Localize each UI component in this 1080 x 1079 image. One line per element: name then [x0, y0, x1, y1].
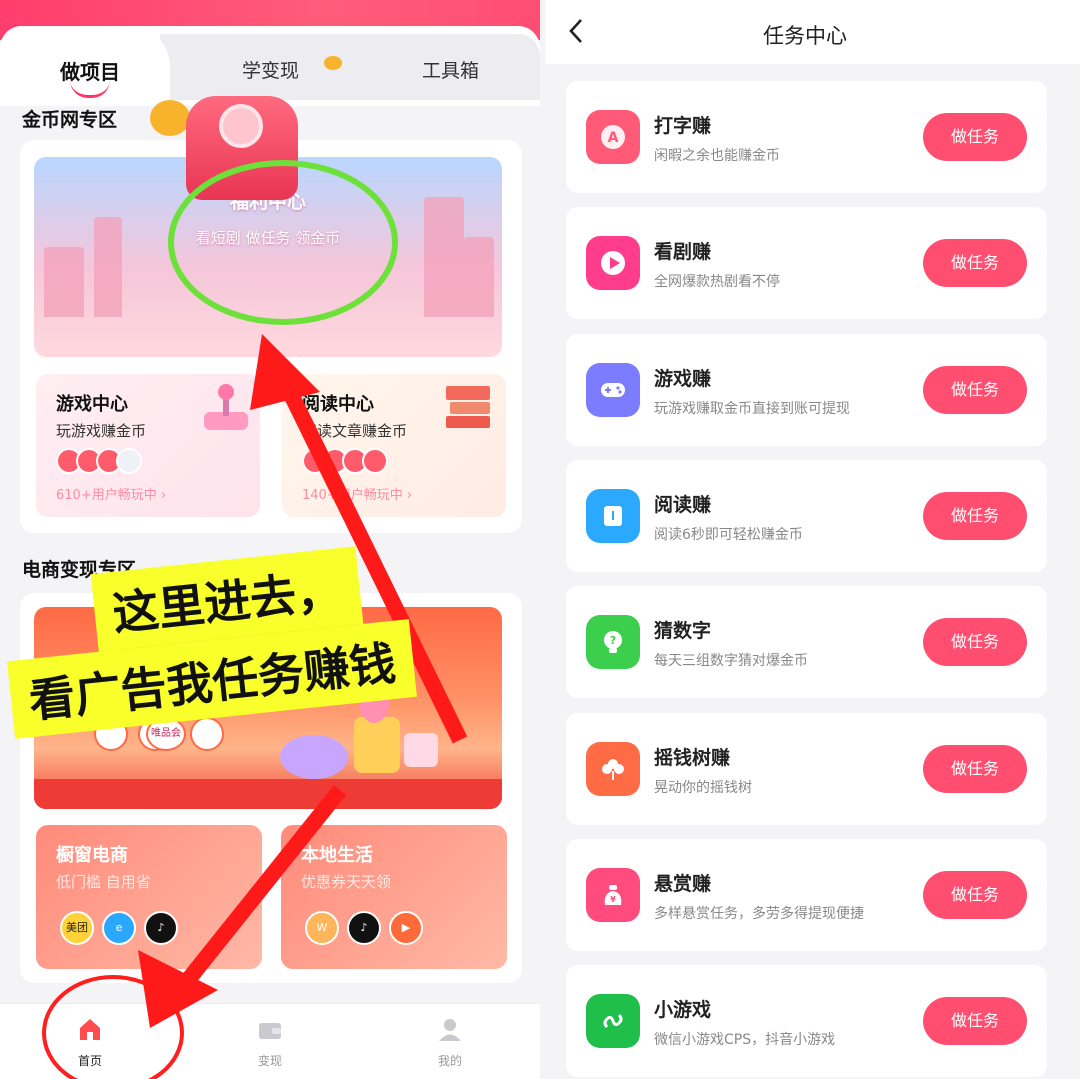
tab-toolbox[interactable]: 工具箱 [422, 56, 479, 83]
shopwindow-card[interactable]: 橱窗电商 低门槛 自用省 美团 e ♪ [36, 825, 262, 969]
svg-text:¥: ¥ [610, 895, 616, 904]
header: 任务中心 [545, 0, 1080, 64]
do-task-button[interactable]: 做任务 [923, 365, 1027, 414]
books-icon [446, 386, 490, 428]
brand-badge [190, 717, 224, 751]
tab-learn[interactable]: 学变现 [242, 56, 299, 83]
task-center-screen: 任务中心 A 打字赚 闲暇之余也能赚金币 做任务 看剧赚 全网爆款热剧看不停 做任务 游戏赚玩… [545, 0, 1080, 1079]
read-center-card[interactable]: 阅读中心 阅读文章赚金币 140+用户畅玩中 › [282, 374, 506, 517]
kuaishou-icon: ▶ [389, 911, 423, 945]
task-subtitle: 全网爆款热剧看不停 [654, 274, 780, 291]
task-card[interactable]: 看剧赚全网爆款热剧看不停 做任务 [566, 207, 1047, 320]
task-subtitle: 玩游戏赚取金币直接到账可提现 [654, 400, 850, 417]
left-screen: 做项目 学变现 工具箱 金币网专区 福利中心 看短剧 做任务 领金币 游戏中心 … [0, 0, 540, 1079]
user-icon [439, 1019, 461, 1041]
task-card[interactable]: 游戏赚玩游戏赚取金币直接到账可提现 做任务 [566, 333, 1047, 446]
money-bag-icon: ¥ [586, 867, 640, 922]
task-subtitle: 每天三组数字猜对爆金币 [654, 653, 808, 670]
play-icon [586, 236, 640, 291]
task-subtitle: 晃动你的摇钱树 [654, 779, 752, 796]
meituan-icon: 美团 [60, 911, 94, 945]
emoji-face-icon [150, 100, 190, 136]
bee-icon [324, 56, 342, 70]
user-avatars [302, 448, 388, 476]
local-life-subtitle: 优惠券天天领 [301, 873, 392, 891]
gamepad-icon [586, 362, 640, 417]
typing-icon: A [586, 110, 640, 164]
do-task-button[interactable]: 做任务 [923, 997, 1027, 1046]
game-center-count: 610+用户畅玩中 › [56, 488, 167, 503]
wallet-icon [259, 1023, 281, 1039]
task-title: 悬赏赚 [654, 872, 712, 895]
read-center-title: 阅读中心 [302, 394, 374, 415]
user-avatars [56, 448, 142, 476]
task-card[interactable]: ¥ 悬赏赚多样悬赏任务，多劳多得提现便捷 做任务 [566, 838, 1047, 951]
task-card[interactable]: 摇钱树赚晃动你的摇钱树 做任务 [566, 712, 1047, 825]
task-title: 摇钱树赚 [654, 746, 731, 769]
douyin-icon: ♪ [347, 911, 381, 945]
task-title: 游戏赚 [654, 367, 712, 390]
avatar [116, 448, 142, 474]
game-center-card[interactable]: 游戏中心 玩游戏赚金币 610+用户畅玩中 › [36, 374, 260, 517]
highlight-circle [168, 160, 398, 325]
task-title: 看剧赚 [654, 241, 712, 264]
bulb-icon: ? [586, 615, 640, 670]
money-tree-icon [586, 741, 640, 796]
do-task-button[interactable]: 做任务 [923, 113, 1027, 161]
game-center-subtitle: 玩游戏赚金币 [56, 422, 147, 440]
task-subtitle: 微信小游戏CPS，抖音小游戏 [654, 1032, 836, 1049]
task-title: 小游戏 [654, 999, 712, 1022]
task-card[interactable]: 阅读赚阅读6秒即可轻松赚金币 做任务 [566, 459, 1047, 572]
task-subtitle: 闲暇之余也能赚金币 [654, 148, 780, 164]
section-title-gold: 金币网专区 [22, 109, 118, 131]
highlight-circle-home [42, 975, 184, 1079]
shopwindow-title: 橱窗电商 [56, 845, 128, 866]
task-card[interactable]: 小游戏微信小游戏CPS，抖音小游戏 做任务 [566, 965, 1047, 1078]
shopwindow-subtitle: 低门槛 自用省 [56, 873, 151, 891]
eleme-icon: e [102, 911, 136, 945]
read-center-count: 140+用户畅玩中 › [302, 488, 413, 503]
do-task-button[interactable]: 做任务 [923, 491, 1027, 540]
svg-text:A: A [608, 130, 619, 146]
do-task-button[interactable]: 做任务 [923, 239, 1027, 288]
svg-text:?: ? [610, 634, 616, 647]
task-title: 猜数字 [654, 620, 712, 643]
joystick-icon [204, 384, 248, 430]
pot-knob-icon [219, 104, 263, 148]
do-task-button[interactable]: 做任务 [923, 618, 1027, 667]
book-icon [586, 488, 640, 543]
read-center-subtitle: 阅读文章赚金币 [302, 422, 408, 440]
task-title: 打字赚 [654, 115, 712, 137]
douyin-icon: ♪ [144, 911, 178, 945]
task-card[interactable]: ? 猜数字每天三组数字猜对爆金币 做任务 [566, 586, 1047, 699]
task-title: 阅读赚 [654, 493, 712, 516]
do-task-button[interactable]: 做任务 [923, 870, 1027, 919]
nav-monetize-label: 变现 [257, 1054, 282, 1068]
do-task-button[interactable]: 做任务 [923, 744, 1027, 793]
task-card[interactable]: A 打字赚闲暇之余也能赚金币 做任务 [566, 81, 1047, 193]
brand-icon: W [305, 911, 339, 945]
game-center-title: 游戏中心 [56, 394, 128, 415]
avatar [362, 448, 388, 474]
local-life-title: 本地生活 [301, 845, 373, 866]
nav-mine-label: 我的 [437, 1054, 462, 1068]
mini-program-icon [586, 994, 640, 1049]
task-subtitle: 阅读6秒即可轻松赚金币 [654, 526, 803, 543]
nav-monetize[interactable]: 变现 [230, 1016, 310, 1069]
task-subtitle: 多样悬赏任务，多劳多得提现便捷 [654, 905, 864, 922]
banner-red-strip [34, 779, 502, 809]
page-title: 任务中心 [763, 24, 847, 48]
tab-inactive-bg [160, 34, 540, 100]
nav-mine[interactable]: 我的 [410, 1016, 490, 1069]
local-life-card[interactable]: 本地生活 优惠券天天领 W ♪ ▶ [281, 825, 507, 969]
